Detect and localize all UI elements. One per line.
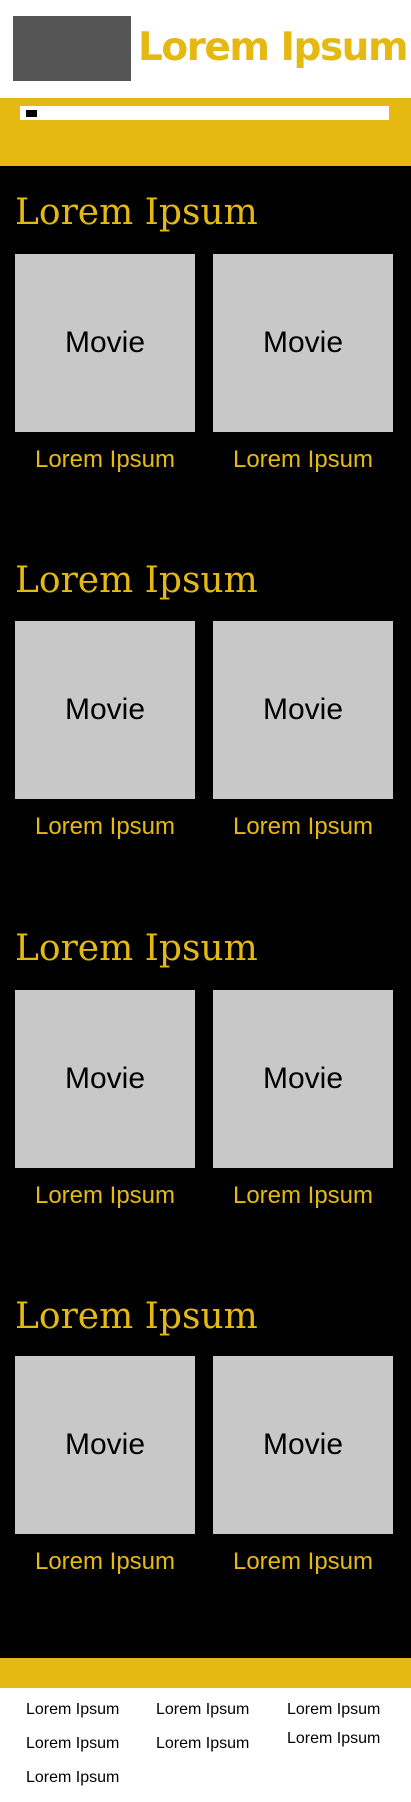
poster-label: Movie [262, 693, 344, 726]
movie-poster[interactable]: Movie [213, 1356, 393, 1534]
site-footer: Lorem Ipsum Lorem Ipsum Lorem Ipsum Lore… [0, 1688, 411, 1802]
poster-label: Movie [64, 1062, 146, 1095]
movie-poster[interactable]: Movie [213, 990, 393, 1168]
site-header: Lorem Ipsum [0, 0, 411, 98]
footer-link[interactable]: Lorem Ipsum [287, 1729, 411, 1749]
footer-column: Lorem Ipsum Lorem Ipsum [287, 1700, 411, 1763]
poster-label: Movie [64, 326, 146, 359]
section-title: Lorem Ipsum [15, 560, 258, 601]
movie-section: Lorem Ipsum Movie Lorem Ipsum Movie Lore… [0, 902, 411, 1222]
movie-section: Lorem Ipsum Movie Lorem Ipsum Movie Lore… [0, 1270, 411, 1590]
movie-card[interactable]: Movie Lorem Ipsum [213, 621, 393, 847]
movie-poster[interactable]: Movie [15, 254, 195, 432]
search-icon[interactable] [26, 110, 37, 117]
poster-label: Movie [64, 1428, 146, 1461]
footer-column: Lorem Ipsum Lorem Ipsum [156, 1700, 286, 1768]
footer-link[interactable]: Lorem Ipsum [156, 1734, 286, 1754]
section-title: Lorem Ipsum [15, 928, 258, 969]
footer-link[interactable]: Lorem Ipsum [26, 1768, 156, 1788]
movie-title[interactable]: Lorem Ipsum [213, 442, 393, 478]
section-title: Lorem Ipsum [15, 1296, 258, 1337]
movie-title[interactable]: Lorem Ipsum [213, 1178, 393, 1214]
movie-title[interactable]: Lorem Ipsum [213, 809, 393, 845]
movie-title[interactable]: Lorem Ipsum [213, 1544, 393, 1580]
movie-title[interactable]: Lorem Ipsum [15, 1544, 195, 1580]
poster-label: Movie [64, 693, 146, 726]
movie-card[interactable]: Movie Lorem Ipsum [213, 1356, 393, 1582]
movie-title[interactable]: Lorem Ipsum [15, 1178, 195, 1214]
movie-section: Lorem Ipsum Movie Lorem Ipsum Movie Lore… [0, 166, 411, 486]
movie-card[interactable]: Movie Lorem Ipsum [15, 254, 195, 480]
movie-title[interactable]: Lorem Ipsum [15, 809, 195, 845]
search-input[interactable] [20, 106, 389, 120]
site-title[interactable]: Lorem Ipsum [138, 18, 408, 78]
movie-title[interactable]: Lorem Ipsum [15, 442, 195, 478]
footer-link[interactable]: Lorem Ipsum [26, 1700, 156, 1720]
section-title: Lorem Ipsum [15, 192, 258, 233]
movie-poster[interactable]: Movie [15, 1356, 195, 1534]
search-bar [0, 98, 411, 166]
footer-link[interactable]: Lorem Ipsum [156, 1700, 286, 1720]
footer-divider [0, 1658, 411, 1688]
poster-label: Movie [262, 1062, 344, 1095]
movie-listing: Lorem Ipsum Movie Lorem Ipsum Movie Lore… [0, 166, 411, 1658]
poster-label: Movie [262, 326, 344, 359]
movie-card[interactable]: Movie Lorem Ipsum [213, 990, 393, 1216]
poster-label: Movie [262, 1428, 344, 1461]
movie-poster[interactable]: Movie [213, 621, 393, 799]
movie-card[interactable]: Movie Lorem Ipsum [15, 621, 195, 847]
movie-card[interactable]: Movie Lorem Ipsum [213, 254, 393, 480]
movie-card[interactable]: Movie Lorem Ipsum [15, 1356, 195, 1582]
movie-poster[interactable]: Movie [15, 621, 195, 799]
footer-link[interactable]: Lorem Ipsum [26, 1734, 156, 1754]
footer-link[interactable]: Lorem Ipsum [287, 1700, 411, 1720]
footer-column: Lorem Ipsum Lorem Ipsum Lorem Ipsum [26, 1700, 156, 1802]
movie-section: Lorem Ipsum Movie Lorem Ipsum Movie Lore… [0, 534, 411, 854]
movie-poster[interactable]: Movie [213, 254, 393, 432]
movie-poster[interactable]: Movie [15, 990, 195, 1168]
logo[interactable] [13, 16, 131, 81]
movie-card[interactable]: Movie Lorem Ipsum [15, 990, 195, 1216]
